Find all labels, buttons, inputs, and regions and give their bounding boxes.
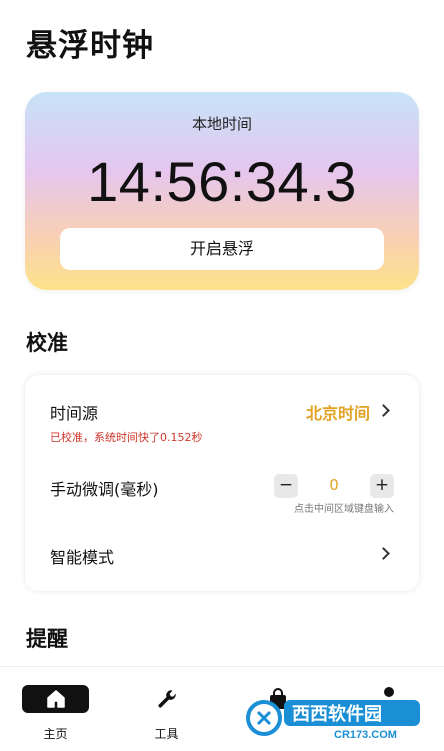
app-title: 悬浮时钟	[26, 28, 154, 64]
nav-label-home: 主页	[43, 727, 68, 741]
time-source-label[interactable]: 时间源	[50, 400, 98, 424]
increment-button[interactable]: +	[370, 474, 394, 498]
watermark-logo: 西西软件园 CR173.COM	[244, 694, 424, 742]
manual-adjust-hint: 点击中间区域键盘输入	[294, 504, 394, 515]
nav-item-home[interactable]: 主页	[0, 667, 111, 751]
clock-time: 14:56:34.3	[87, 150, 357, 213]
wrench-icon	[155, 687, 179, 715]
svg-text:CR173.COM: CR173.COM	[334, 729, 397, 741]
enable-float-button[interactable]: 开启悬浮	[60, 228, 384, 270]
decrement-button[interactable]: −	[274, 474, 298, 498]
nav-item-tools[interactable]: 工具	[111, 667, 222, 751]
svg-text:西西软件园: 西西软件园	[292, 703, 382, 725]
nav-label-tools: 工具	[154, 727, 179, 741]
clock-label: 本地时间	[191, 115, 252, 133]
manual-adjust-label: 手动微调(毫秒)	[50, 480, 159, 499]
time-source-value[interactable]: 北京时间	[306, 400, 370, 424]
manual-adjust-input[interactable]: 0	[298, 476, 370, 494]
home-icon	[45, 688, 67, 714]
section-title-reminders: 提醒	[26, 627, 68, 651]
calibration-status: 已校准，系统时间快了0.152秒	[50, 431, 203, 444]
section-title-calibration: 校准	[26, 331, 68, 355]
smart-mode-label[interactable]: 智能模式	[50, 544, 114, 568]
